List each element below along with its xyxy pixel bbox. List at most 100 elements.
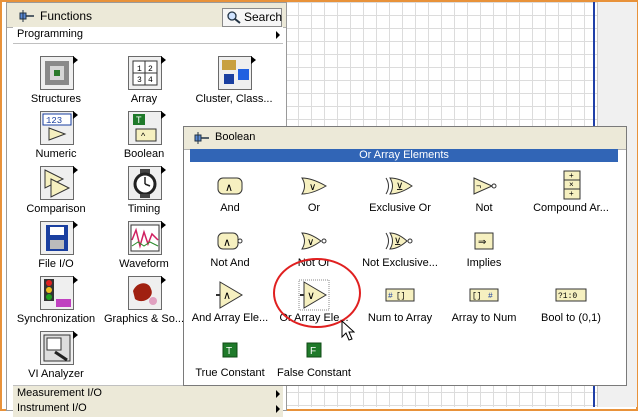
boolean-item-implies[interactable]: ⇒ Implies: [440, 224, 528, 274]
waveform-icon: [128, 221, 166, 255]
false-constant-icon: F: [306, 342, 322, 358]
selected-item-tooltip: Or Array Elements: [190, 149, 618, 162]
comparison-icon: [40, 166, 78, 200]
boolean-item-or[interactable]: ∨ Or: [270, 169, 358, 219]
nor-gate-icon: ∨: [301, 232, 327, 250]
expand-arrow-icon: [276, 390, 280, 398]
category-programming[interactable]: Programming: [13, 27, 283, 44]
palette-item-cluster-class[interactable]: Cluster, Class...: [189, 56, 279, 111]
gate-glyph: #: [488, 292, 493, 301]
boolean-item-and-array-elements[interactable]: ∧ And Array Ele...: [186, 279, 274, 329]
gate-glyph: ⊻: [396, 182, 403, 193]
boolean-item-and[interactable]: ∧ And: [186, 169, 274, 219]
mouse-pointer-icon: [341, 320, 355, 341]
expand-arrow-icon: [276, 31, 280, 39]
boolean-titlebar: Boolean: [184, 127, 626, 150]
gate-glyph: ∨: [309, 182, 316, 193]
true-constant-icon: T: [222, 342, 238, 358]
palette-item-structures[interactable]: Structures: [11, 56, 101, 111]
item-label: VI Analyzer: [28, 368, 84, 380]
thumbtack-icon[interactable]: [19, 10, 35, 22]
boolean-item-array-to-num[interactable]: [] # Array to Num: [440, 279, 528, 329]
category-measurement-io[interactable]: Measurement I/O: [13, 385, 283, 402]
array-to-num-icon: [] #: [469, 288, 499, 302]
svg-text:1: 1: [137, 65, 142, 74]
category-label: Programming: [17, 28, 84, 40]
svg-text:[]: []: [396, 292, 406, 301]
search-button[interactable]: Search: [222, 8, 282, 27]
synchronization-icon: [40, 276, 78, 310]
vi-analyzer-icon: [40, 331, 78, 365]
svg-text:[]: []: [472, 292, 482, 301]
boolean-title: Boolean: [215, 131, 256, 143]
functions-titlebar: Functions Search: [7, 3, 286, 28]
category-instrument-io[interactable]: Instrument I/O: [13, 401, 283, 417]
palette-item-boolean[interactable]: T ^ Boolean: [99, 111, 189, 166]
file-io-icon: [40, 221, 78, 255]
palette-item-timing[interactable]: Timing: [99, 166, 189, 221]
item-label: Boolean: [123, 148, 165, 160]
implies-icon: ⇒: [474, 232, 494, 250]
svg-text:123: 123: [46, 116, 62, 126]
gate-glyph: ?1:0: [558, 292, 577, 301]
search-label: Search: [244, 10, 283, 24]
palette-item-vi-analyzer[interactable]: VI Analyzer: [11, 331, 101, 386]
highlight-circle: [273, 258, 361, 328]
boolean-palette: Boolean Or Array Elements ∧ And ∨ Or ⊻ E…: [183, 126, 627, 386]
boolean-item-num-to-array[interactable]: #[] Num to Array: [356, 279, 444, 329]
svg-text:3: 3: [137, 76, 142, 85]
item-label: Not: [475, 202, 493, 214]
boolean-item-not-exclusive-or[interactable]: ⊻ Not Exclusive...: [356, 224, 444, 274]
numeric-icon: 123: [40, 111, 78, 145]
palette-item-comparison[interactable]: Comparison: [11, 166, 101, 221]
or-gate-icon: ∨: [301, 177, 328, 195]
item-label: Implies: [466, 257, 502, 269]
magnifier-icon: [227, 11, 241, 24]
svg-text:2: 2: [148, 65, 153, 74]
bool-to-01-icon: ?1:0: [555, 288, 587, 302]
expand-arrow-icon: [276, 405, 280, 413]
boolean-item-bool-to-01[interactable]: ?1:0 Bool to (0,1): [527, 279, 615, 329]
compound-arithmetic-icon: +×+: [563, 170, 581, 200]
xnor-gate-icon: ⊻: [385, 232, 413, 250]
boolean-item-true-constant[interactable]: T True Constant: [186, 334, 274, 384]
array-icon: 1234: [128, 56, 166, 90]
svg-text:4: 4: [148, 76, 153, 85]
gate-glyph: +: [569, 189, 574, 198]
boolean-item-compound-arithmetic[interactable]: + × + Compound Ar...: [527, 169, 615, 219]
cluster-class-icon: [218, 56, 256, 90]
palette-item-file-io[interactable]: File I/O: [11, 221, 101, 276]
boolean-item-not-and[interactable]: ∧ Not And: [186, 224, 274, 274]
gate-glyph: T: [226, 346, 232, 357]
xor-gate-icon: ⊻: [385, 177, 413, 195]
svg-text:+: +: [569, 171, 574, 180]
item-label: Compound Ar...: [533, 202, 609, 214]
thumbtack-icon[interactable]: [194, 132, 210, 144]
gate-glyph: ∧: [225, 182, 233, 194]
palette-item-graphics-sound[interactable]: Graphics & So...: [99, 276, 189, 331]
gate-glyph: ∧: [223, 290, 231, 302]
timing-icon: [128, 166, 166, 200]
svg-text:T: T: [136, 115, 142, 125]
gate-glyph: #: [388, 292, 393, 301]
palette-item-waveform[interactable]: Waveform: [99, 221, 189, 276]
gate-glyph: ¬: [476, 181, 481, 191]
not-gate-icon: ¬: [473, 177, 497, 195]
item-label: Cluster, Class...: [195, 93, 273, 105]
structures-icon: [40, 56, 78, 90]
boolean-item-exclusive-or[interactable]: ⊻ Exclusive Or: [356, 169, 444, 219]
gate-glyph: ⇒: [478, 237, 486, 248]
num-to-array-icon: #[]: [385, 288, 415, 302]
palette-item-synchronization[interactable]: Synchronization: [11, 276, 101, 331]
boolean-item-not[interactable]: ¬ Not: [440, 169, 528, 219]
item-label: Bool to (0,1): [541, 312, 601, 324]
graphics-sound-icon: [128, 276, 166, 310]
gate-glyph: ∧: [223, 237, 231, 249]
boolean-icon: T ^: [128, 111, 166, 145]
palette-item-array[interactable]: 1234 Array: [99, 56, 189, 111]
palette-item-numeric[interactable]: 123 Numeric: [11, 111, 101, 166]
and-gate-icon: ∧: [217, 177, 243, 195]
gate-glyph: F: [310, 346, 316, 357]
nand-gate-icon: ∧: [217, 232, 243, 250]
category-label: Instrument I/O: [17, 402, 87, 414]
